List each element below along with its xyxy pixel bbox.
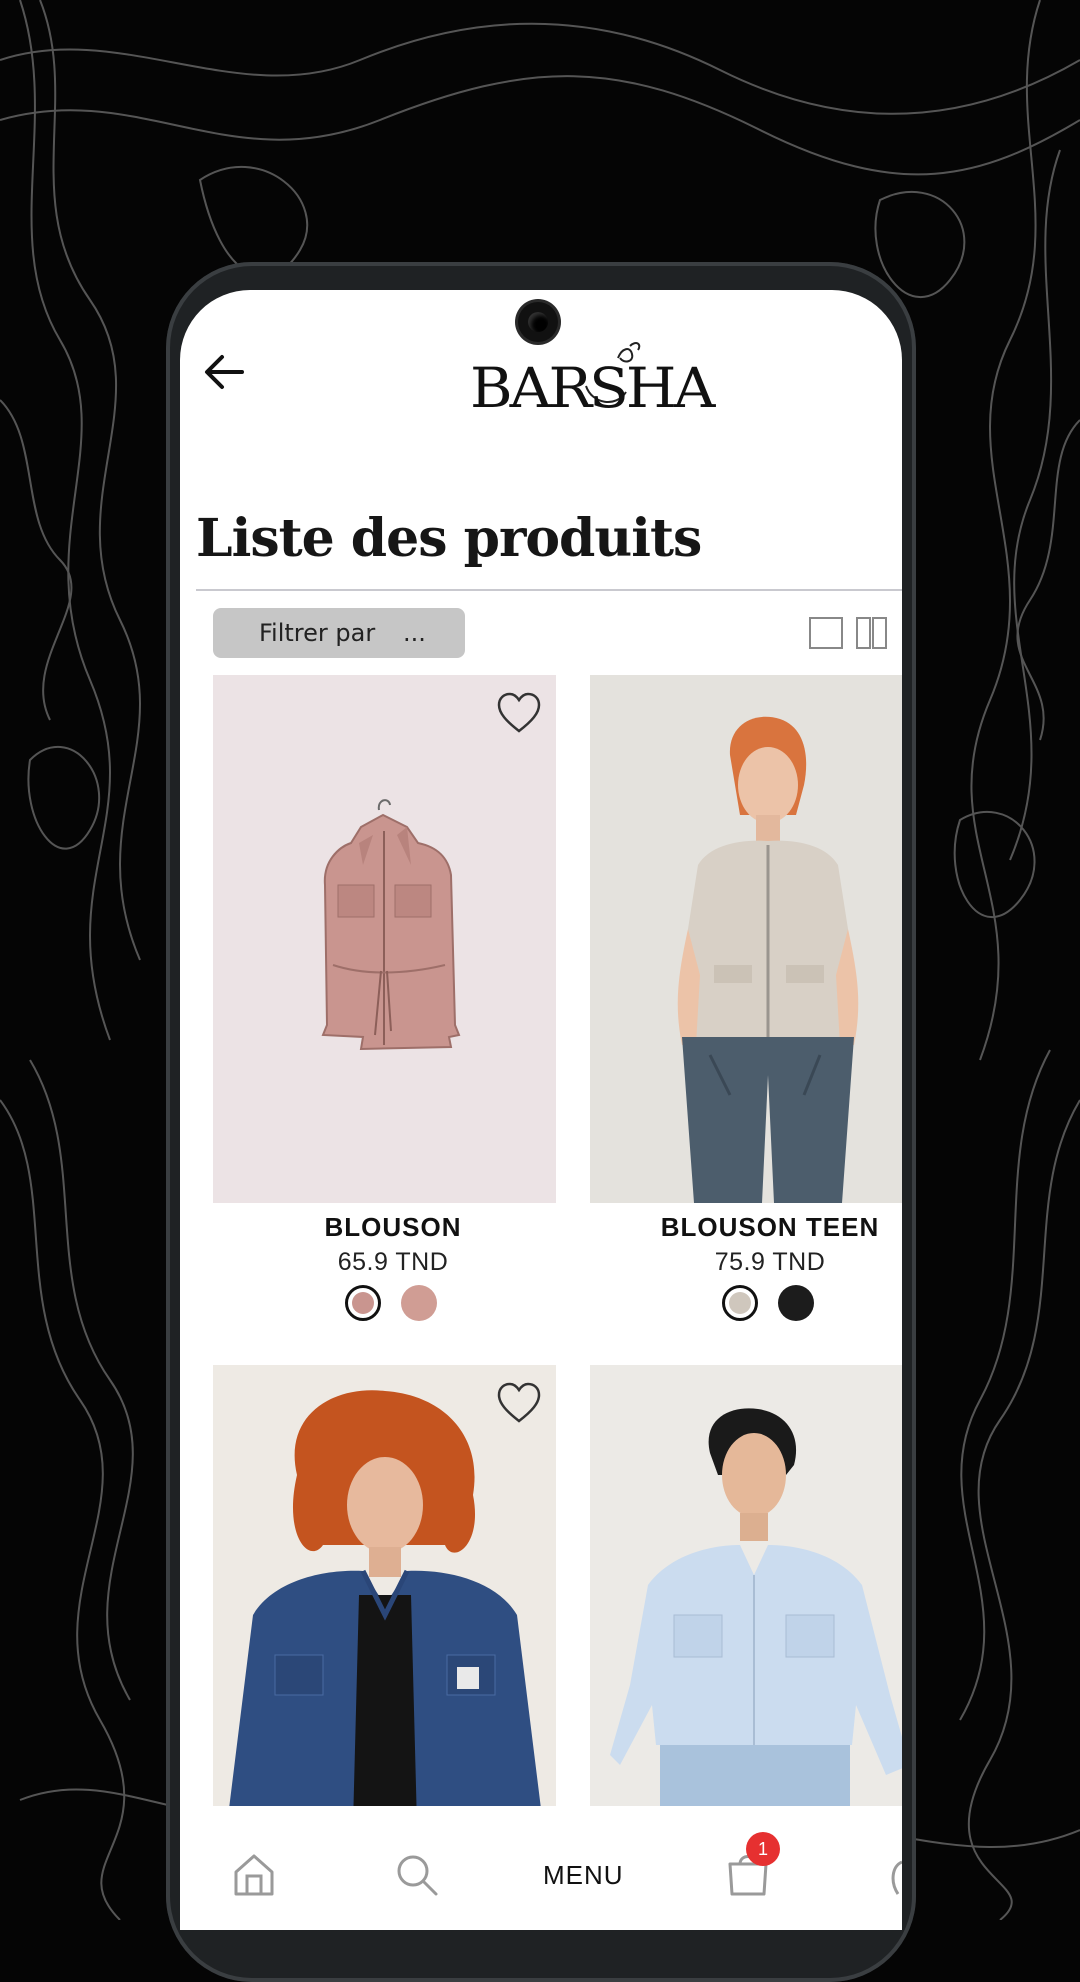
user-icon[interactable] [888, 1858, 902, 1898]
color-swatch[interactable] [778, 1285, 814, 1321]
brand-logo[interactable]: BARSHA [470, 336, 715, 420]
menu-button[interactable]: MENU [543, 1860, 624, 1891]
back-button[interactable] [202, 352, 246, 392]
app-screen: BARSHA Liste des produits Filtrer par ..… [180, 290, 902, 1930]
filter-label: Filtrer par [259, 619, 376, 647]
product-price: 75.9 TND [714, 1248, 826, 1276]
arrow-left-icon [205, 355, 244, 389]
product-image[interactable] [213, 1365, 556, 1825]
two-column-icon[interactable] [856, 617, 890, 649]
color-swatch[interactable] [401, 1285, 437, 1321]
product-name[interactable]: BLOUSON TEEN [590, 1212, 902, 1243]
product-card[interactable] [590, 1365, 902, 1825]
page-title: Liste des produits [196, 508, 702, 569]
single-column-icon[interactable] [809, 617, 843, 649]
model-denim-jacket-image [227, 1390, 543, 1825]
product-name[interactable]: BLOUSON [213, 1212, 573, 1243]
bottom-navigation: MENU [180, 1806, 902, 1930]
brand-name: BARSHA [470, 355, 715, 421]
product-card[interactable]: BLOUSON TEEN 75.9 TND [590, 675, 902, 1335]
product-image[interactable] [213, 675, 556, 1203]
product-card[interactable] [213, 1365, 556, 1825]
home-icon[interactable] [232, 1852, 276, 1898]
vest-garment-image [321, 799, 461, 1051]
color-swatch-selected[interactable] [722, 1285, 758, 1321]
heart-outline-icon[interactable] [496, 691, 542, 735]
search-icon[interactable] [394, 1852, 440, 1898]
cart-count-badge: 1 [746, 1832, 780, 1866]
filter-button[interactable]: Filtrer par ... [213, 608, 465, 658]
model-vest-image [677, 716, 859, 1203]
product-card[interactable]: BLOUSON 65.9 TND [213, 675, 556, 1335]
title-divider [196, 589, 902, 591]
color-swatch-selected[interactable] [345, 1285, 381, 1321]
product-price: 65.9 TND [337, 1248, 449, 1276]
filter-more: ... [403, 619, 426, 647]
product-image[interactable] [590, 675, 902, 1203]
heart-outline-icon[interactable] [496, 1381, 542, 1425]
product-image[interactable] [590, 1365, 902, 1825]
model-shirt-image [610, 1408, 902, 1825]
